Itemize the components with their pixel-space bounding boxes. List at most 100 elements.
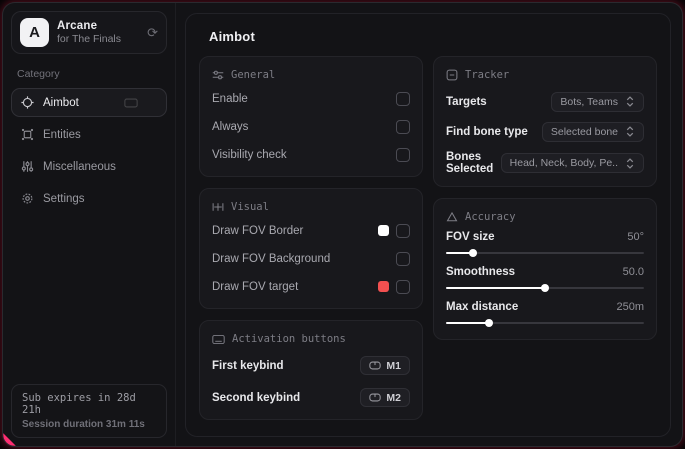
setting-row: Find bone type Selected bone <box>446 121 644 142</box>
visibility-check-checkbox[interactable] <box>396 147 410 162</box>
setting-label: Bones Selected <box>446 151 494 175</box>
mouse-icon <box>369 393 382 402</box>
fov-size-slider[interactable] <box>446 249 644 257</box>
sidebar-item-aimbot[interactable]: Aimbot <box>11 88 167 117</box>
app-window: A Arcane for The Finals ⟳ Category Aimbo… <box>2 2 683 447</box>
card-title-label: General <box>231 69 276 81</box>
app-name: Arcane <box>57 20 98 32</box>
vertical-sliders-icon <box>21 161 34 172</box>
max-distance-slider[interactable] <box>446 319 644 327</box>
setting-row: Draw FOV target <box>212 276 410 297</box>
keyboard-icon <box>212 334 225 344</box>
general-card-header: General <box>212 69 410 81</box>
setting-row: Visibility check <box>212 144 410 165</box>
sidebar-item-label: Miscellaneous <box>43 160 116 173</box>
slider-value: 250m <box>616 301 644 313</box>
main-panel: Aimbot General Enable Always Visibility … <box>185 13 671 437</box>
dropdown-value: Selected bone <box>550 125 618 138</box>
slider-value: 50.0 <box>622 266 644 278</box>
sidebar-item-settings[interactable]: Settings <box>11 184 167 213</box>
sidebar-item-label: Entities <box>43 128 81 141</box>
card-title-label: Accuracy <box>465 211 516 223</box>
setting-label: Draw FOV Border <box>212 224 304 237</box>
session-duration-text: Session duration 31m 11s <box>22 419 145 430</box>
sidebar-item-miscellaneous[interactable]: Miscellaneous <box>11 152 167 181</box>
app-meta: Arcane for The Finals <box>57 20 139 45</box>
setting-label: Targets <box>446 95 487 108</box>
always-checkbox[interactable] <box>396 119 410 134</box>
setting-row: First keybind M1 <box>212 355 410 376</box>
sidebar-item-label: Settings <box>43 192 85 205</box>
fov-border-checkbox[interactable] <box>396 223 410 238</box>
sync-icon[interactable]: ⟳ <box>147 26 158 39</box>
max-distance-setting: Max distance 250m <box>446 301 644 327</box>
visual-card: Visual Draw FOV Border Draw FOV Backgrou… <box>199 188 423 309</box>
accuracy-card: Accuracy FOV size 50° Smoothness 50.0 Ma… <box>433 198 657 340</box>
sidebar-item-label: Aimbot <box>43 96 79 109</box>
mouse-icon <box>369 361 382 370</box>
entities-icon <box>21 128 34 141</box>
sub-expiry-text: Sub expires in 28d 21h <box>22 392 136 416</box>
sliders-icon <box>212 70 224 80</box>
slider-thumb[interactable] <box>468 249 477 257</box>
find-bone-type-dropdown[interactable]: Selected bone <box>541 121 644 142</box>
setting-label: First keybind <box>212 359 284 372</box>
page-title: Aimbot <box>209 29 255 44</box>
accuracy-icon <box>446 211 458 222</box>
subscription-info: Sub expires in 28d 21h Session duration … <box>11 384 167 438</box>
unfold-icon <box>626 96 634 107</box>
smoothness-setting: Smoothness 50.0 <box>446 266 644 292</box>
accuracy-card-header: Accuracy <box>446 211 644 223</box>
fov-target-icon <box>212 203 224 211</box>
setting-label: Smoothness <box>446 266 516 278</box>
setting-label: FOV size <box>446 231 495 243</box>
card-title-label: Visual <box>231 201 269 213</box>
fov-size-setting: FOV size 50° <box>446 231 644 257</box>
targets-dropdown[interactable]: Bots, Teams <box>551 91 644 112</box>
keybind-value: M1 <box>386 359 401 372</box>
app-logo: A <box>20 18 49 47</box>
enable-checkbox[interactable] <box>396 91 410 106</box>
setting-label: Draw FOV Background <box>212 252 331 265</box>
unfold-icon <box>626 126 634 137</box>
unfold-icon <box>626 157 634 169</box>
activation-card-header: Activation buttons <box>212 333 410 345</box>
sidebar-item-entities[interactable]: Entities <box>11 120 167 149</box>
tracker-card-header: Tracker <box>446 69 644 81</box>
bones-selected-dropdown[interactable]: Head, Neck, Body, Pe.. <box>500 153 644 173</box>
visual-card-header: Visual <box>212 201 410 213</box>
app-header: A Arcane for The Finals ⟳ <box>11 11 167 54</box>
dropdown-value: Bots, Teams <box>560 95 618 108</box>
setting-row: Draw FOV Background <box>212 248 410 269</box>
setting-row: Draw FOV Border <box>212 220 410 241</box>
crosshair-icon <box>21 96 34 109</box>
setting-label: Always <box>212 120 249 133</box>
smoothness-slider[interactable] <box>446 284 644 292</box>
activation-card: Activation buttons First keybind M1 Seco… <box>199 320 423 420</box>
keybind-hint-icon <box>124 98 138 107</box>
slider-fill <box>446 287 545 289</box>
general-card: General Enable Always Visibility check <box>199 56 423 177</box>
slider-fill <box>446 322 489 324</box>
dropdown-value: Head, Neck, Body, Pe.. <box>509 157 618 169</box>
fov-target-color-swatch[interactable] <box>378 281 389 292</box>
setting-label: Find bone type <box>446 125 528 138</box>
category-label: Category <box>17 68 60 80</box>
setting-row: Bones Selected Head, Neck, Body, Pe.. <box>446 151 644 175</box>
card-title-label: Tracker <box>465 69 510 81</box>
fov-background-checkbox[interactable] <box>396 251 410 266</box>
setting-row: Enable <box>212 88 410 109</box>
setting-label: Second keybind <box>212 391 301 404</box>
setting-row: Targets Bots, Teams <box>446 91 644 112</box>
setting-label: Draw FOV target <box>212 280 299 293</box>
card-title-label: Activation buttons <box>232 333 346 345</box>
fov-target-checkbox[interactable] <box>396 279 410 294</box>
first-keybind-button[interactable]: M1 <box>360 356 410 375</box>
fov-border-color-swatch[interactable] <box>378 225 389 236</box>
gear-icon <box>22 193 33 204</box>
slider-thumb[interactable] <box>484 319 493 327</box>
setting-label: Enable <box>212 92 248 105</box>
setting-label: Visibility check <box>212 148 287 161</box>
slider-thumb[interactable] <box>541 284 549 292</box>
second-keybind-button[interactable]: M2 <box>360 388 410 407</box>
